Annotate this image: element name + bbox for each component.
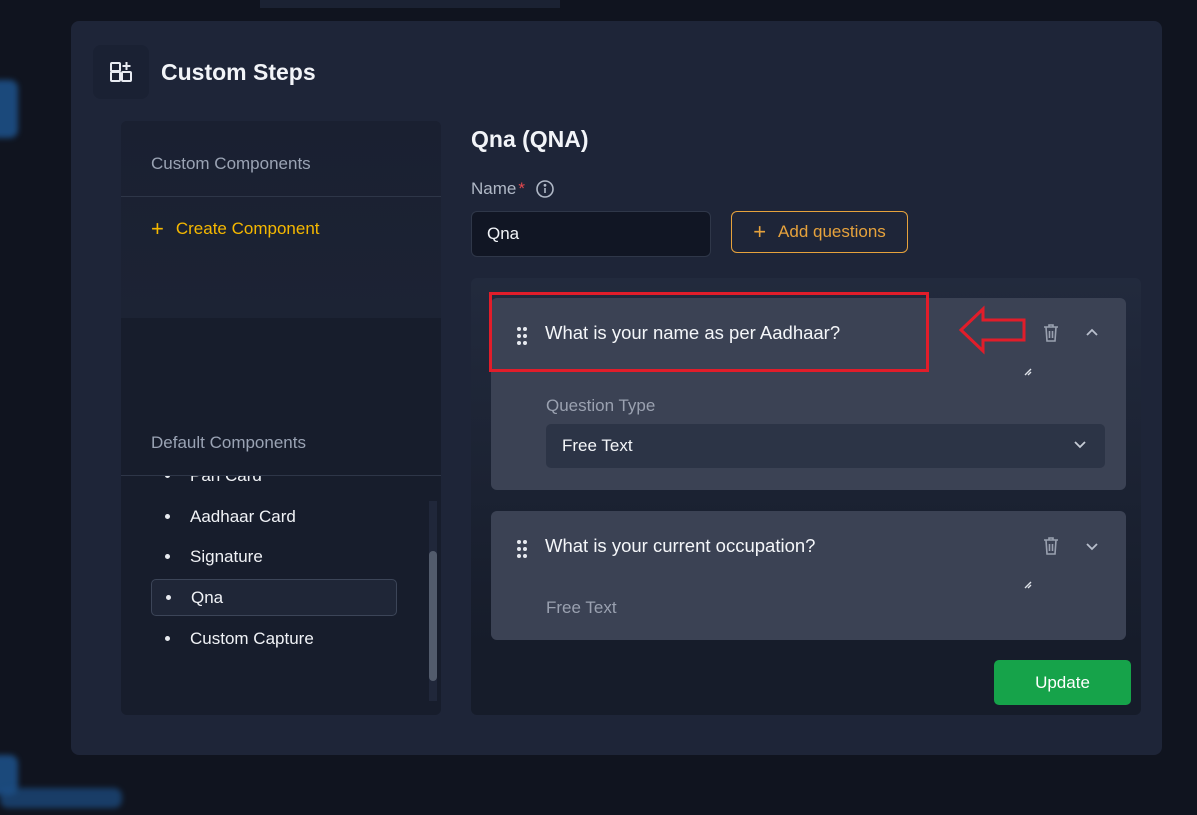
list-item[interactable]: Custom Capture (151, 620, 397, 657)
default-components-title: Default Components (151, 433, 306, 452)
list-item-label: Pan Card (190, 476, 262, 486)
list-item[interactable]: Aadhaar Card (151, 498, 397, 535)
create-component-label: Create Component (175, 219, 320, 238)
update-button[interactable]: Update (994, 660, 1131, 705)
divider (121, 196, 441, 197)
resize-handle-icon[interactable] (1023, 364, 1033, 382)
grid-plus-icon (93, 45, 149, 99)
question-type-value: Free Text (546, 598, 617, 617)
required-mark: * (518, 179, 525, 198)
bullet-icon (165, 476, 170, 478)
bullet-icon (165, 554, 170, 559)
annotation-highlight-box (489, 292, 929, 372)
chevron-up-icon[interactable] (1083, 324, 1101, 342)
question-type-select[interactable]: Free Text (546, 424, 1105, 468)
name-label: Name * (471, 179, 555, 199)
bullet-icon (166, 595, 171, 600)
create-component-button[interactable]: + Create Component (151, 218, 320, 240)
list-item[interactable]: Signature (151, 538, 397, 575)
chevron-down-icon (1071, 435, 1089, 458)
info-icon[interactable] (535, 179, 555, 199)
custom-steps-modal: Custom Steps Custom Components + Create … (71, 21, 1162, 755)
question-actions (1041, 535, 1101, 557)
scrollbar-thumb[interactable] (429, 551, 437, 681)
chevron-down-icon[interactable] (1083, 537, 1101, 555)
add-questions-button[interactable]: + Add questions (731, 211, 908, 253)
question-card: What is your current occupation? Free Te… (491, 511, 1126, 640)
plus-icon: + (151, 216, 164, 241)
list-item-label: Qna (191, 587, 224, 607)
question-type-label: Question Type (546, 396, 656, 415)
question-text[interactable]: What is your current occupation? (545, 535, 815, 557)
add-questions-label: Add questions (778, 222, 886, 241)
name-label-text: Name (471, 179, 517, 198)
trash-icon[interactable] (1041, 322, 1061, 344)
custom-components-title: Custom Components (151, 154, 311, 173)
background-element (260, 0, 560, 8)
question-actions (1041, 322, 1101, 344)
bullet-icon (165, 636, 170, 641)
page-title: Qna (QNA) (471, 126, 589, 152)
trash-icon[interactable] (1041, 535, 1061, 557)
name-input[interactable] (471, 211, 711, 257)
bullet-icon (165, 514, 170, 519)
plus-icon: + (753, 219, 767, 244)
list-item-label: Custom Capture (190, 628, 314, 648)
list-item[interactable]: Pan Card (151, 476, 397, 494)
background-element (0, 788, 122, 808)
default-components-list: Pan Card Aadhaar Card Signature Qna Cust… (151, 476, 431, 686)
list-item-label: Aadhaar Card (190, 506, 296, 526)
list-item-active[interactable]: Qna (151, 579, 397, 616)
background-element (0, 80, 18, 138)
components-sidebar: Custom Components + Create Component Def… (121, 121, 441, 715)
list-item-label: Signature (190, 546, 263, 566)
modal-title: Custom Steps (161, 59, 316, 85)
left-arrow-icon (958, 305, 1028, 360)
question-type-value: Free Text (562, 436, 633, 455)
resize-handle-icon[interactable] (1023, 577, 1033, 595)
drag-handle-icon[interactable] (516, 539, 528, 564)
